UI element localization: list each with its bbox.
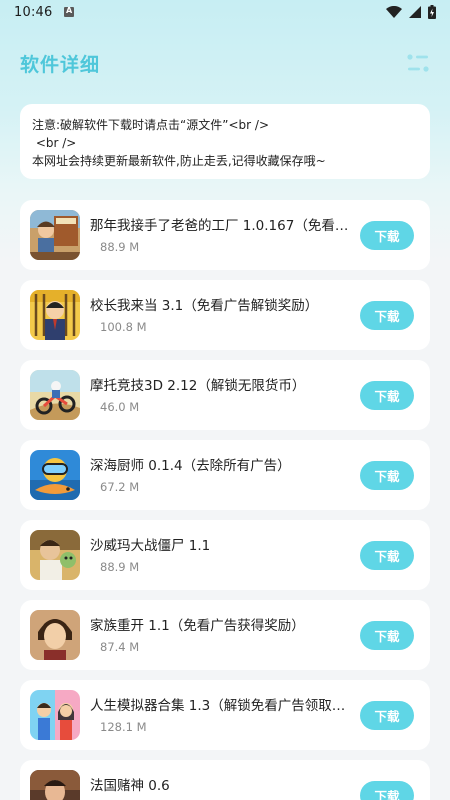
status-icons [386, 5, 436, 19]
app-name: 深海厨师 0.1.4（去除所有广告） [90, 458, 291, 474]
battery-charging-icon [428, 5, 436, 19]
app-name: 家族重开 1.1（免看广告获得奖励） [90, 618, 305, 634]
app-name: 沙威玛大战僵尸 1.1 [90, 538, 211, 554]
filter-settings-icon[interactable] [406, 52, 430, 74]
family-restart-game-icon [30, 610, 80, 660]
app-list-item[interactable]: 深海厨师 0.1.4（去除所有广告） 67.2 M 下载 [20, 440, 430, 510]
deep-sea-chef-game-icon [30, 450, 80, 500]
app-list-item[interactable]: 沙威玛大战僵尸 1.1 88.9 M 下载 [20, 520, 430, 590]
app-name: 那年我接手了老爸的工厂 1.0.167（免看广告获得奖励） [90, 218, 352, 234]
download-button[interactable]: 下载 [360, 221, 414, 250]
app-list-item[interactable]: 人生模拟器合集 1.3（解锁免看广告领取奖励） 128.1 M 下载 [20, 680, 430, 750]
app-name: 人生模拟器合集 1.3（解锁免看广告领取奖励） [90, 698, 352, 714]
app-name: 法国赌神 0.6 [90, 778, 170, 794]
app-list-item[interactable]: 那年我接手了老爸的工厂 1.0.167（免看广告获得奖励） 88.9 M 下载 [20, 200, 430, 270]
french-gambler-game-icon [30, 770, 80, 800]
app-size: 88.9 M [100, 560, 140, 574]
app-list-item[interactable]: 法国赌神 0.6 下载 [20, 760, 430, 800]
status-time: 10:46 [14, 4, 53, 20]
app-size: 100.8 M [100, 320, 147, 334]
app-list-item[interactable]: 摩托竞技3D 2.12（解锁无限货币） 46.0 M 下载 [20, 360, 430, 430]
app-name: 摩托竞技3D 2.12（解锁无限货币） [90, 378, 306, 394]
download-button[interactable]: 下载 [360, 301, 414, 330]
download-button[interactable]: 下载 [360, 461, 414, 490]
wifi-icon [386, 6, 402, 18]
life-simulator-game-icon [30, 690, 80, 740]
app-size: 87.4 M [100, 640, 140, 654]
notice-card: 注意:破解软件下载时请点击“源文件”<br /> <br /> 本网址会持续更新… [20, 104, 430, 179]
status-bar: 10:46 [0, 0, 450, 24]
shawarma-zombie-game-icon [30, 530, 80, 580]
app-list-item[interactable]: 校长我来当 3.1（免看广告解锁奖励） 100.8 M 下载 [20, 280, 430, 350]
notice-line-2: <br /> [32, 136, 77, 150]
page-title: 软件详细 [20, 53, 101, 76]
motocross-game-icon [30, 370, 80, 420]
app-name: 校长我来当 3.1（免看广告解锁奖励） [90, 298, 319, 314]
app-size: 88.9 M [100, 240, 140, 254]
principal-game-icon [30, 290, 80, 340]
app-header: 软件详细 [0, 40, 450, 86]
download-button[interactable]: 下载 [360, 781, 414, 800]
download-button[interactable]: 下载 [360, 701, 414, 730]
download-button[interactable]: 下载 [360, 541, 414, 570]
app-list-item[interactable]: 家族重开 1.1（免看广告获得奖励） 87.4 M 下载 [20, 600, 430, 670]
notice-line-3: 本网址会持续更新最新软件,防止走丢,记得收藏保存哦~ [32, 154, 326, 168]
app-size: 67.2 M [100, 480, 140, 494]
notification-a-icon [64, 6, 75, 17]
app-size: 46.0 M [100, 400, 140, 414]
factory-game-icon [30, 210, 80, 260]
notice-line-1: 注意:破解软件下载时请点击“源文件”<br /> [32, 118, 269, 132]
signal-icon [409, 6, 421, 18]
download-button[interactable]: 下载 [360, 621, 414, 650]
app-size: 128.1 M [100, 720, 147, 734]
download-button[interactable]: 下载 [360, 381, 414, 410]
